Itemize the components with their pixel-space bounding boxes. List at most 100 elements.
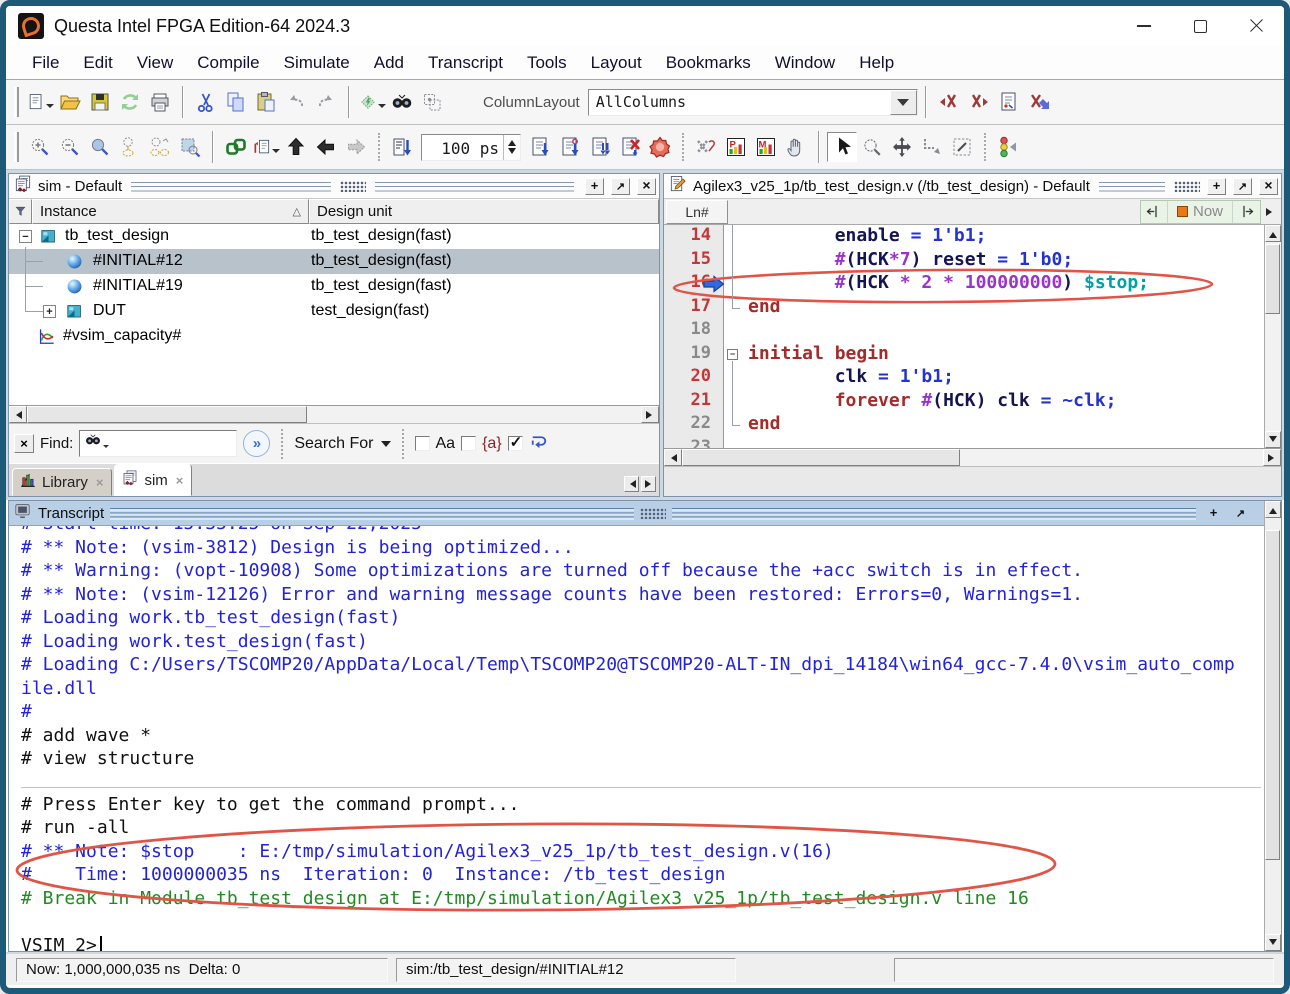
tab-close-icon[interactable] (176, 473, 184, 488)
find-close-button[interactable] (14, 434, 34, 453)
regex-checkbox[interactable] (461, 436, 476, 451)
match-case-checkbox[interactable] (415, 436, 430, 451)
pan-mode-icon[interactable] (887, 132, 917, 162)
fold-collapse-icon[interactable]: − (727, 349, 738, 360)
cut-icon[interactable] (191, 87, 221, 117)
scroll-up-button[interactable] (1265, 225, 1281, 242)
tab-scroll-right-button[interactable] (641, 476, 656, 492)
tree-row--vsim-capacity-[interactable]: #vsim_capacity# (9, 324, 659, 349)
line-number[interactable]: 16 (664, 272, 723, 296)
step-back-icon[interactable] (311, 132, 341, 162)
report-icon[interactable] (994, 87, 1024, 117)
collapse-icon[interactable]: − (19, 230, 32, 243)
save-icon[interactable] (85, 87, 115, 117)
menu-item-bookmarks[interactable]: Bookmarks (654, 50, 763, 76)
link-icon[interactable] (221, 132, 251, 162)
panel-undock-button[interactable] (1231, 505, 1250, 522)
kill-icon[interactable] (691, 132, 721, 162)
transcript-log[interactable]: # Start time: 15:35:25 on Sep 22,2025# *… (9, 526, 1281, 951)
drag-grip-icon[interactable] (340, 181, 366, 192)
search-for-dropdown[interactable]: Search For (294, 435, 390, 453)
menu-item-view[interactable]: View (125, 50, 186, 76)
menu-item-simulate[interactable]: Simulate (272, 50, 362, 76)
maximize-button[interactable] (1172, 6, 1228, 46)
panel-undock-button[interactable] (611, 178, 630, 195)
zoom-in-icon[interactable] (25, 132, 55, 162)
tab-close-icon[interactable] (96, 475, 104, 490)
filter-funnel-icon[interactable] (9, 199, 32, 224)
run-icon[interactable] (525, 132, 555, 162)
menu-item-file[interactable]: File (20, 50, 71, 76)
trace-mode-icon[interactable] (993, 132, 1023, 162)
scroll-right-button[interactable] (1263, 449, 1281, 466)
paste-icon[interactable] (251, 87, 281, 117)
scroll-right-button[interactable] (641, 406, 659, 423)
menu-item-tools[interactable]: Tools (515, 50, 579, 76)
wrap-search-checkbox[interactable] (508, 436, 523, 451)
drop-mode-icon[interactable] (917, 132, 947, 162)
panel-add-button[interactable] (585, 178, 604, 195)
new-document-icon[interactable] (25, 87, 55, 117)
line-number[interactable]: 20 (664, 366, 723, 390)
zoom-other-icon[interactable] (175, 132, 205, 162)
undo-icon[interactable] (281, 87, 311, 117)
scroll-thumb[interactable] (682, 449, 960, 466)
source-panel-header[interactable]: Agilex3_v25_1p/tb_test_design.v (/tb_tes… (664, 174, 1281, 199)
close-button[interactable] (1228, 6, 1284, 46)
hand-icon[interactable] (781, 132, 811, 162)
line-number[interactable]: 15 (664, 249, 723, 273)
menu-item-window[interactable]: Window (763, 50, 847, 76)
menu-item-edit[interactable]: Edit (71, 50, 124, 76)
menu-item-add[interactable]: Add (362, 50, 416, 76)
menu-item-help[interactable]: Help (847, 50, 906, 76)
edit-mode-icon[interactable] (947, 132, 977, 162)
environment-icon[interactable] (417, 87, 447, 117)
now-button[interactable]: Now (1168, 201, 1233, 223)
scroll-left-button[interactable] (9, 406, 27, 423)
tree-row-tb-test-design[interactable]: −tb_test_designtb_test_design(fast) (9, 224, 659, 249)
command-prompt[interactable]: VSIM 2> (21, 935, 1261, 952)
line-number[interactable]: 17 (664, 296, 723, 320)
line-number-header[interactable]: Ln# (666, 200, 728, 224)
run-length-spinner[interactable]: 100 ps (421, 134, 521, 161)
scroll-left-button[interactable] (664, 449, 682, 466)
menu-item-compile[interactable]: Compile (185, 50, 271, 76)
cancel-prev-icon[interactable] (934, 87, 964, 117)
transcript-header[interactable]: Transcript (9, 501, 1281, 526)
spin-down-button[interactable] (504, 147, 520, 160)
line-number[interactable]: 21 (664, 390, 723, 414)
drag-grip-icon[interactable] (1174, 181, 1200, 192)
tree-row--initial-19[interactable]: #INITIAL#19tb_test_design(fast) (9, 274, 659, 299)
zoom-mode-icon[interactable] (857, 132, 887, 162)
column-header-design-unit[interactable]: Design unit (309, 199, 659, 224)
scroll-thumb[interactable] (1265, 244, 1280, 314)
tab-library[interactable]: Library (12, 468, 112, 496)
scroll-up-button[interactable] (1265, 501, 1281, 518)
restart-icon[interactable] (387, 132, 417, 162)
tab-scroll-left-button[interactable] (624, 476, 639, 492)
run-continue-icon[interactable] (555, 132, 585, 162)
line-number[interactable]: 19 (664, 343, 723, 367)
line-number[interactable]: 22 (664, 413, 723, 437)
more-button[interactable] (1261, 208, 1279, 216)
line-number[interactable]: 18 (664, 319, 723, 343)
panel-undock-button[interactable] (1233, 178, 1252, 195)
tab-sim[interactable]: sim (114, 464, 192, 496)
column-header-instance[interactable]: Instance △ (32, 199, 309, 224)
zoom-cursor-icon[interactable] (115, 132, 145, 162)
memory-profile-icon[interactable]: M (751, 132, 781, 162)
scroll-down-button[interactable] (1265, 934, 1281, 951)
scroll-thumb[interactable] (27, 406, 307, 423)
menu-item-layout[interactable]: Layout (579, 50, 654, 76)
cancel-next-icon[interactable] (964, 87, 994, 117)
panel-add-button[interactable] (1207, 178, 1226, 195)
panel-close-button[interactable] (637, 178, 656, 195)
stop-icon[interactable] (645, 132, 675, 162)
pointer-mode-icon[interactable] (827, 132, 857, 162)
line-number[interactable]: 14 (664, 225, 723, 249)
fold-margin[interactable]: − (724, 225, 742, 448)
copy-icon[interactable] (221, 87, 251, 117)
next-time-button[interactable] (1233, 201, 1260, 223)
find-input[interactable] (79, 430, 237, 457)
expand-icon[interactable]: + (43, 305, 56, 318)
